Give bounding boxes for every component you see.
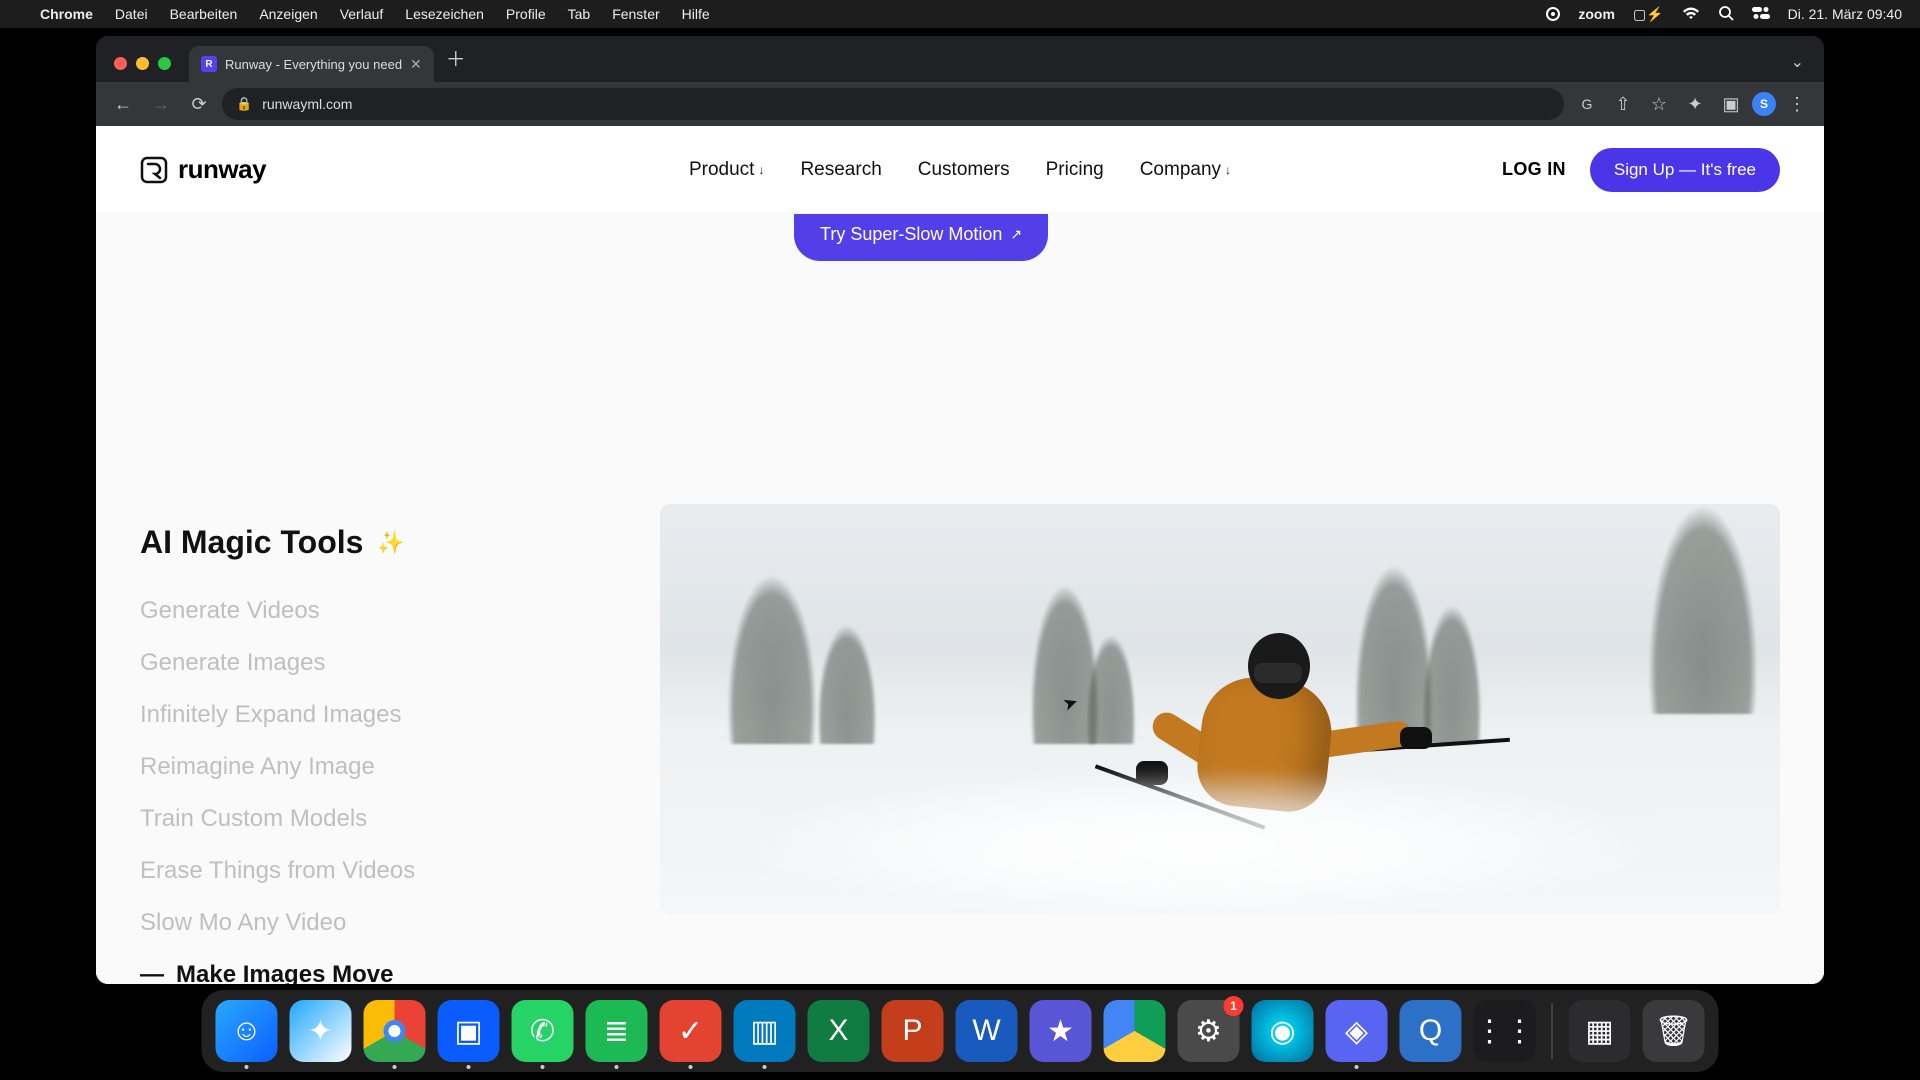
- dock-app-whatsapp[interactable]: ✆: [512, 1000, 574, 1062]
- dock-app-discord[interactable]: ◈: [1326, 1000, 1388, 1062]
- chevron-down-icon: ↓: [758, 163, 764, 177]
- logo-mark-icon: [140, 156, 168, 184]
- scene-snow-spray: [660, 689, 1780, 915]
- try-slowmo-label: Try Super-Slow Motion: [820, 224, 1002, 245]
- chevron-down-icon: ↓: [1225, 163, 1231, 177]
- mac-dock: ☺✦ ▣✆≣✓▥XPW★ ⚙1◉◈Q⋮⋮ ▦🗑: [202, 990, 1719, 1072]
- dock-app-voice-memos[interactable]: ⋮⋮: [1474, 1000, 1536, 1062]
- menu-fenster[interactable]: Fenster: [612, 6, 659, 22]
- dock-app-settings[interactable]: ⚙1: [1178, 1000, 1240, 1062]
- preview-video[interactable]: ➤: [660, 504, 1780, 914]
- dock-app-siri[interactable]: ◉: [1252, 1000, 1314, 1062]
- tabstrip: R Runway - Everything you need ✕ ＋ ⌄: [96, 36, 1824, 82]
- menu-anzeigen[interactable]: Anzeigen: [259, 6, 317, 22]
- dock-separator: [1552, 1003, 1553, 1059]
- lock-icon: 🔒: [236, 96, 252, 112]
- menu-bearbeiten[interactable]: Bearbeiten: [170, 6, 238, 22]
- page-viewport: runway Product↓ Research Customers Prici…: [96, 126, 1824, 984]
- tool-item[interactable]: Make Images Move: [140, 955, 620, 984]
- profile-avatar[interactable]: S: [1752, 92, 1776, 116]
- new-tab-button[interactable]: ＋: [444, 43, 474, 82]
- share-icon[interactable]: ⇧: [1608, 89, 1638, 119]
- nav-pricing[interactable]: Pricing: [1046, 159, 1104, 181]
- menubar-datetime[interactable]: Di. 21. März 09:40: [1788, 6, 1902, 22]
- window-zoom-button[interactable]: [158, 57, 171, 70]
- dock-app-calculator[interactable]: ▦: [1569, 1000, 1631, 1062]
- nav-back-button[interactable]: ←: [108, 89, 138, 119]
- tool-item[interactable]: Erase Things from Videos: [140, 851, 620, 891]
- primary-nav: Product↓ Research Customers Pricing Comp…: [689, 159, 1231, 181]
- chrome-window: R Runway - Everything you need ✕ ＋ ⌄ ← →…: [96, 36, 1824, 984]
- tool-item[interactable]: Train Custom Models: [140, 799, 620, 839]
- url-text: runwayml.com: [262, 96, 352, 112]
- menu-lesezeichen[interactable]: Lesezeichen: [405, 6, 484, 22]
- dock-app-spotify[interactable]: ≣: [586, 1000, 648, 1062]
- nav-customers[interactable]: Customers: [918, 159, 1010, 181]
- dock-app-powerpoint[interactable]: P: [882, 1000, 944, 1062]
- sidepanel-icon[interactable]: ▣: [1716, 89, 1746, 119]
- nav-research[interactable]: Research: [800, 159, 881, 181]
- dock-app-todoist[interactable]: ✓: [660, 1000, 722, 1062]
- chrome-menu-icon[interactable]: ⋮: [1782, 89, 1812, 119]
- page-content: AI Magic Tools ✨ Generate Videos Generate…: [96, 214, 1824, 984]
- dock-app-zoom[interactable]: ▣: [438, 1000, 500, 1062]
- arrow-ne-icon: ↗: [1010, 226, 1022, 243]
- tool-item[interactable]: Reimagine Any Image: [140, 747, 620, 787]
- dock-badge: 1: [1224, 996, 1244, 1016]
- signup-button[interactable]: Sign Up — It's free: [1590, 148, 1780, 192]
- dock-app-chrome[interactable]: [364, 1000, 426, 1062]
- browser-toolbar: ← → ⟳ 🔒 runwayml.com G ⇧ ☆ ✦ ▣ S ⋮: [96, 82, 1824, 126]
- dock-app-trash[interactable]: 🗑: [1643, 1000, 1705, 1062]
- tools-sidebar: AI Magic Tools ✨ Generate Videos Generate…: [140, 504, 620, 914]
- window-close-button[interactable]: [114, 57, 127, 70]
- spotlight-icon[interactable]: [1718, 5, 1734, 24]
- menu-datei[interactable]: Datei: [115, 6, 148, 22]
- battery-icon[interactable]: ▢⚡: [1633, 6, 1664, 23]
- mac-menubar: Chrome Datei Bearbeiten Anzeigen Verlauf…: [0, 0, 1920, 28]
- address-bar[interactable]: 🔒 runwayml.com: [222, 88, 1564, 120]
- dock-app-quicktime[interactable]: Q: [1400, 1000, 1462, 1062]
- site-header: runway Product↓ Research Customers Prici…: [96, 126, 1824, 214]
- tab-favicon: R: [201, 56, 217, 72]
- menubar-app-name[interactable]: Chrome: [40, 6, 93, 22]
- tab-title: Runway - Everything you need: [225, 57, 402, 72]
- google-services-icon[interactable]: G: [1572, 89, 1602, 119]
- menu-profile[interactable]: Profile: [506, 6, 546, 22]
- extensions-icon[interactable]: ✦: [1680, 89, 1710, 119]
- control-center-icon[interactable]: [1752, 6, 1770, 22]
- tool-item[interactable]: Slow Mo Any Video: [140, 903, 620, 943]
- record-icon[interactable]: [1546, 7, 1560, 21]
- dock-app-word[interactable]: W: [956, 1000, 1018, 1062]
- menu-verlauf[interactable]: Verlauf: [340, 6, 384, 22]
- dock-app-trello[interactable]: ▥: [734, 1000, 796, 1062]
- dock-app-excel[interactable]: X: [808, 1000, 870, 1062]
- zoom-menubar-label[interactable]: zoom: [1578, 6, 1615, 22]
- dock-app-drive[interactable]: [1104, 1000, 1166, 1062]
- try-slowmo-button[interactable]: Try Super-Slow Motion ↗: [794, 214, 1048, 261]
- wifi-icon[interactable]: [1682, 6, 1700, 23]
- menu-hilfe[interactable]: Hilfe: [682, 6, 710, 22]
- window-controls: [114, 57, 171, 70]
- magic-wand-icon: ✨: [377, 530, 404, 556]
- dock-app-safari[interactable]: ✦: [290, 1000, 352, 1062]
- section-title: AI Magic Tools ✨: [140, 524, 620, 561]
- nav-product[interactable]: Product↓: [689, 159, 764, 181]
- window-minimize-button[interactable]: [136, 57, 149, 70]
- tool-item[interactable]: Generate Videos: [140, 591, 620, 631]
- tool-item[interactable]: Generate Images: [140, 643, 620, 683]
- nav-company[interactable]: Company↓: [1140, 159, 1231, 181]
- browser-tab[interactable]: R Runway - Everything you need ✕: [189, 46, 434, 82]
- dock-app-finder[interactable]: ☺: [216, 1000, 278, 1062]
- brand-name: runway: [178, 154, 266, 185]
- menu-tab[interactable]: Tab: [568, 6, 591, 22]
- bookmark-star-icon[interactable]: ☆: [1644, 89, 1674, 119]
- nav-forward-button[interactable]: →: [146, 89, 176, 119]
- brand-logo[interactable]: runway: [140, 154, 266, 185]
- tablist-chevron-icon[interactable]: ⌄: [1791, 52, 1814, 82]
- login-link[interactable]: LOG IN: [1502, 159, 1566, 180]
- dock-app-imovie[interactable]: ★: [1030, 1000, 1092, 1062]
- nav-reload-button[interactable]: ⟳: [184, 89, 214, 119]
- tool-item[interactable]: Infinitely Expand Images: [140, 695, 620, 735]
- tab-close-icon[interactable]: ✕: [410, 56, 422, 73]
